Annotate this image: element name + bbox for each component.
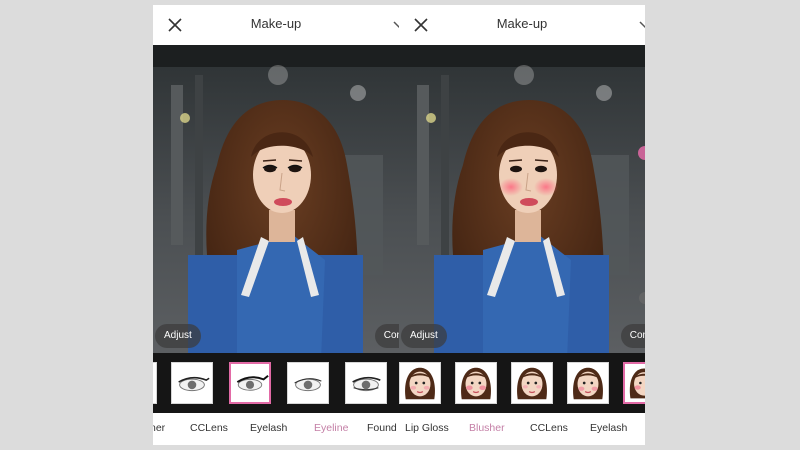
chevron-down-icon[interactable] (639, 19, 645, 31)
tab-lip-gloss[interactable]: Lip Gloss (405, 422, 449, 434)
adjust-button[interactable]: Adjust (155, 324, 201, 348)
blusher-style-thumb[interactable] (511, 362, 553, 404)
tab-foundation-partial[interactable]: Found (367, 422, 397, 434)
makeup-category-tabs: Lip Gloss Blusher CCLens Eyelash (399, 413, 645, 445)
adjust-button[interactable]: Adjust (401, 324, 447, 348)
top-bar: Make-up (399, 5, 645, 45)
eyeliner-style-thumb[interactable] (287, 362, 329, 404)
page-title: Make-up (496, 16, 548, 31)
top-bar: Make-up (153, 5, 399, 45)
page-title: Make-up (250, 16, 302, 31)
eyeliner-style-thumb[interactable] (171, 362, 213, 404)
style-thumbnail-strip (153, 353, 399, 413)
makeup-category-tabs: ner CCLens Eyelash Eyeline Found (153, 413, 399, 445)
tab-cclens[interactable]: CCLens (190, 422, 228, 434)
makeup-panel-eyeline: Make-up Adjust Co er CCLens Eyelash Eyel… (153, 5, 399, 445)
blusher-style-thumb[interactable] (399, 362, 441, 404)
tab-cclens[interactable]: CCLens (530, 422, 568, 434)
eyeliner-style-thumb[interactable] (153, 362, 157, 404)
photo-preview (153, 45, 399, 360)
tab-eyeline[interactable]: Eyeline (314, 422, 348, 434)
eyeliner-style-thumb[interactable] (345, 362, 387, 404)
compare-button[interactable]: Compa (374, 324, 399, 348)
blusher-style-thumb[interactable] (455, 362, 497, 404)
eyeliner-style-thumb-selected[interactable] (229, 362, 271, 404)
tab-eyelash[interactable]: Eyelash (590, 422, 627, 434)
style-thumbnail-strip (399, 353, 645, 413)
tab-eyeliner-partial[interactable]: ner (153, 422, 165, 434)
photo-preview (399, 45, 645, 360)
blusher-style-thumb-selected[interactable] (623, 362, 645, 404)
tab-blusher[interactable]: Blusher (469, 422, 505, 434)
blusher-style-thumb[interactable] (567, 362, 609, 404)
tab-eyelash[interactable]: Eyelash (250, 422, 287, 434)
compare-button[interactable]: Compa (620, 324, 645, 348)
makeup-panel-blusher: Make-up Adjust Co Lip Gloss Blusher CCLe… (399, 5, 645, 445)
